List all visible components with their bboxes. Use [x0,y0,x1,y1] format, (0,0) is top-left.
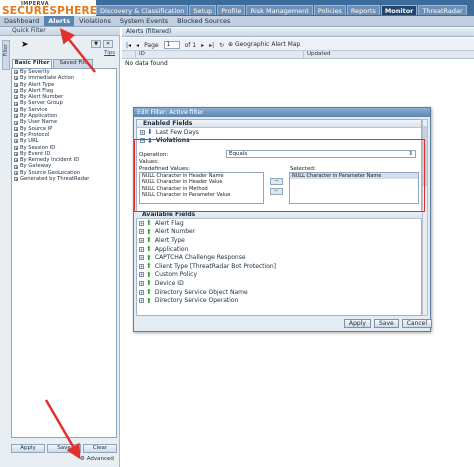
cursor-icon: ➤ [21,40,29,50]
arrow-to-advanced [44,399,81,460]
arrow-to-alerts-tab [59,28,96,73]
annotation-arrows [44,28,96,460]
